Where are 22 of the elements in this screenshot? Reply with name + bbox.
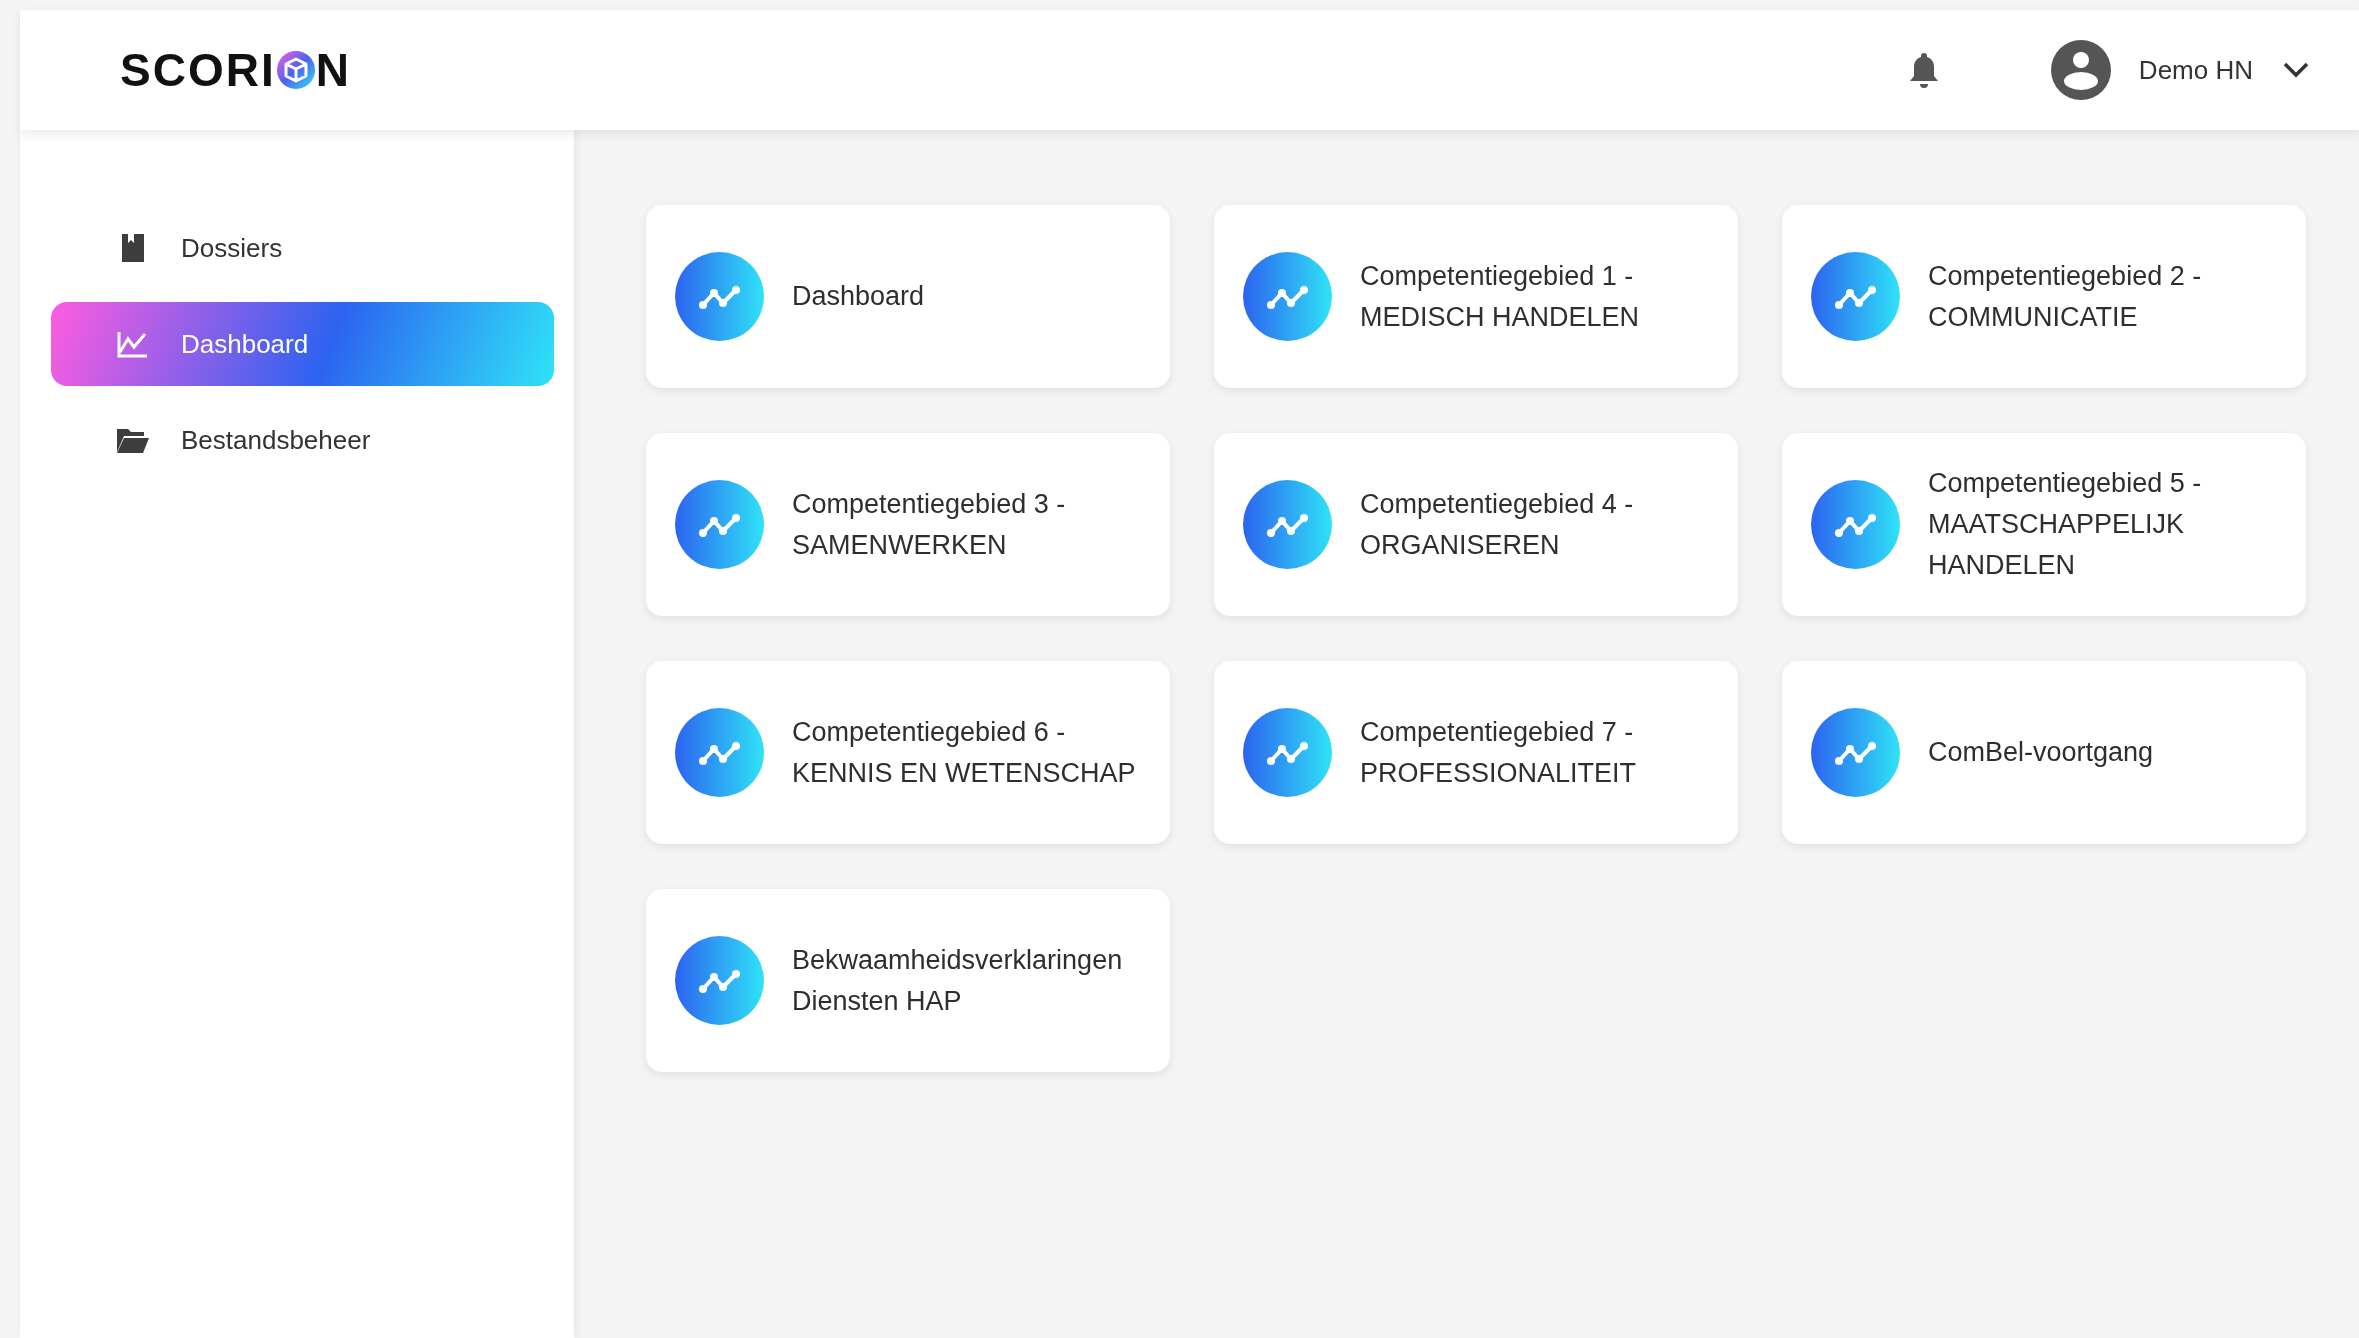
sidebar-item[interactable]: Bestandsbeheer [51,398,554,482]
dashboard-tile[interactable]: Dashboard [646,205,1170,388]
dashboard-tile[interactable]: Competentiegebied 7 - PROFESSIONALITEIT [1214,661,1738,844]
chevron-down-icon[interactable] [2283,62,2309,78]
user-avatar-icon[interactable] [2050,40,2111,100]
dashboard-tile[interactable]: Competentiegebied 5 - MAATSCHAPPELIJK HANDELEN [1782,433,2306,616]
dashboard-tile[interactable]: Competentiegebied 2 - COMMUNICATIE [1782,205,2306,388]
dashboard-tile[interactable]: Competentiegebied 6 - KENNIS EN WETENSCHAP [646,661,1170,844]
dashboard-tile[interactable]: Competentiegebied 3 - SAMENWERKEN [646,433,1170,616]
logo-cube-icon [276,51,315,89]
logo-text: SCORI [120,43,276,97]
logo-text: N [315,43,351,97]
book-icon [120,233,146,263]
dashboard-tile[interactable]: Competentiegebied 1 - MEDISCH HANDELEN [1214,205,1738,388]
user-name[interactable]: Demo HN [2138,54,2253,86]
dashboard-tile[interactable]: Bekwaamheidsverklaringen Diensten HAP [646,889,1170,1072]
dashboard-tile[interactable]: Competentiegebied 4 - ORGANISEREN [1214,433,1738,616]
line-chart-icon [117,330,149,358]
folder-icon [116,426,150,454]
dashboard-tile[interactable]: ComBel-voortgang [1782,661,2306,844]
sidebar-item[interactable]: Dashboard [51,302,554,386]
sidebar-item[interactable]: Dossiers [51,206,554,290]
